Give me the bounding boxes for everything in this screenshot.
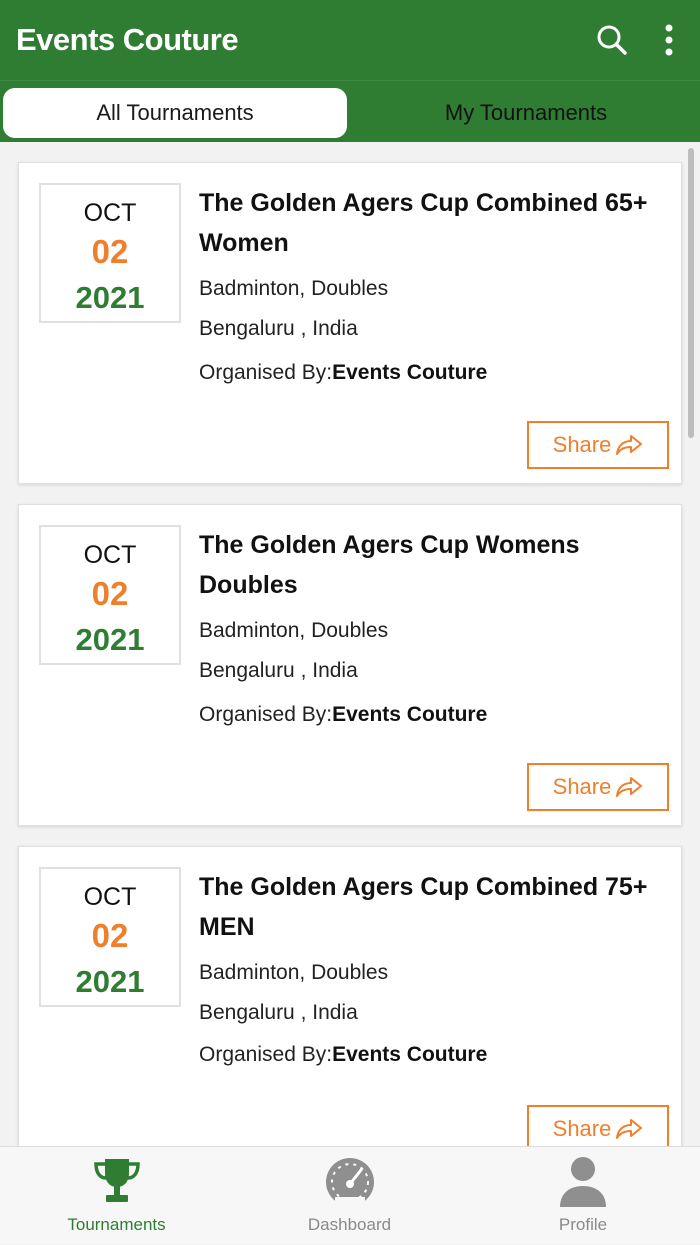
tournament-location: Bengaluru , India (199, 317, 358, 340)
tournament-sport: Badminton, Doubles (199, 619, 389, 642)
date-year: 2021 (75, 280, 145, 315)
app-bar: Events Couture (0, 0, 700, 80)
tab-bar: All Tournaments My Tournaments (0, 80, 700, 142)
tournament-title: The Golden Agers Cup Combined 75+ MEN (199, 873, 648, 941)
tournament-title: The Golden Agers Cup Womens Doubles (199, 531, 580, 599)
tournament-organiser: Organised By:Events Couture (199, 361, 487, 385)
tournament-card[interactable]: OCT 02 2021 The Golden Agers Cup Combine… (18, 162, 682, 484)
date-month: OCT (83, 199, 137, 227)
nav-label: Tournaments (67, 1215, 166, 1234)
share-label: Share (552, 432, 612, 457)
organised-label: Organised By: (199, 1043, 333, 1066)
scrollbar[interactable] (688, 148, 694, 438)
nav-dashboard[interactable]: Dashboard (233, 1147, 466, 1245)
date-month: OCT (83, 541, 137, 569)
organised-label: Organised By: (199, 703, 333, 726)
nav-profile[interactable]: Profile (466, 1147, 700, 1245)
more-vert-icon (665, 24, 673, 56)
tournament-card[interactable]: OCT 02 2021 The Golden Agers Cup Combine… (18, 846, 682, 1146)
share-button[interactable]: Share (527, 1105, 669, 1146)
share-arrow-icon (616, 777, 643, 797)
tournament-sport: Badminton, Doubles (199, 961, 389, 984)
tournament-sport: Badminton, Doubles (199, 277, 389, 300)
search-icon (597, 25, 627, 55)
share-button[interactable]: Share (527, 763, 669, 811)
share-arrow-icon (616, 435, 643, 455)
date-box: OCT 02 2021 (39, 183, 181, 323)
share-button[interactable]: Share (527, 421, 669, 469)
share-arrow-icon (616, 1119, 643, 1139)
more-options-button[interactable] (654, 18, 684, 62)
date-month: OCT (83, 883, 137, 911)
organiser-name: Events Couture (332, 1043, 488, 1066)
nav-tournaments[interactable]: Tournaments (0, 1147, 233, 1245)
date-day: 02 (91, 575, 129, 612)
speedometer-icon (325, 1158, 374, 1207)
date-day: 02 (91, 233, 129, 270)
trophy-icon (93, 1159, 140, 1202)
tournament-organiser: Organised By:Events Couture (199, 703, 487, 727)
tournament-list[interactable]: OCT 02 2021 The Golden Agers Cup Combine… (0, 142, 700, 1146)
tab-label: All Tournaments (96, 100, 254, 125)
nav-label: Profile (558, 1215, 608, 1234)
organiser-name: Events Couture (332, 361, 488, 384)
app-title: Events Couture (16, 22, 239, 57)
tab-all-tournaments[interactable]: All Tournaments (3, 88, 347, 138)
date-year: 2021 (75, 622, 145, 657)
person-icon (560, 1157, 606, 1207)
tournament-location: Bengaluru , India (199, 659, 358, 682)
date-box: OCT 02 2021 (39, 867, 181, 1007)
share-label: Share (552, 774, 612, 799)
tournament-title: The Golden Agers Cup Combined 65+ Women (199, 189, 648, 257)
organiser-name: Events Couture (332, 703, 488, 726)
organised-label: Organised By: (199, 361, 333, 384)
tournament-location: Bengaluru , India (199, 1001, 358, 1024)
search-button[interactable] (590, 18, 634, 62)
date-box: OCT 02 2021 (39, 525, 181, 665)
date-year: 2021 (75, 964, 145, 999)
tab-label: My Tournaments (444, 100, 608, 125)
nav-label: Dashboard (307, 1215, 392, 1234)
bottom-navigation: Tournaments Dashboard Profile (0, 1146, 700, 1244)
share-label: Share (552, 1116, 612, 1141)
date-day: 02 (91, 917, 129, 954)
tournament-card[interactable]: OCT 02 2021 The Golden Agers Cup Womens … (18, 504, 682, 826)
tournament-organiser: Organised By:Events Couture (199, 1043, 487, 1067)
tab-my-tournaments[interactable]: My Tournaments (356, 88, 696, 138)
